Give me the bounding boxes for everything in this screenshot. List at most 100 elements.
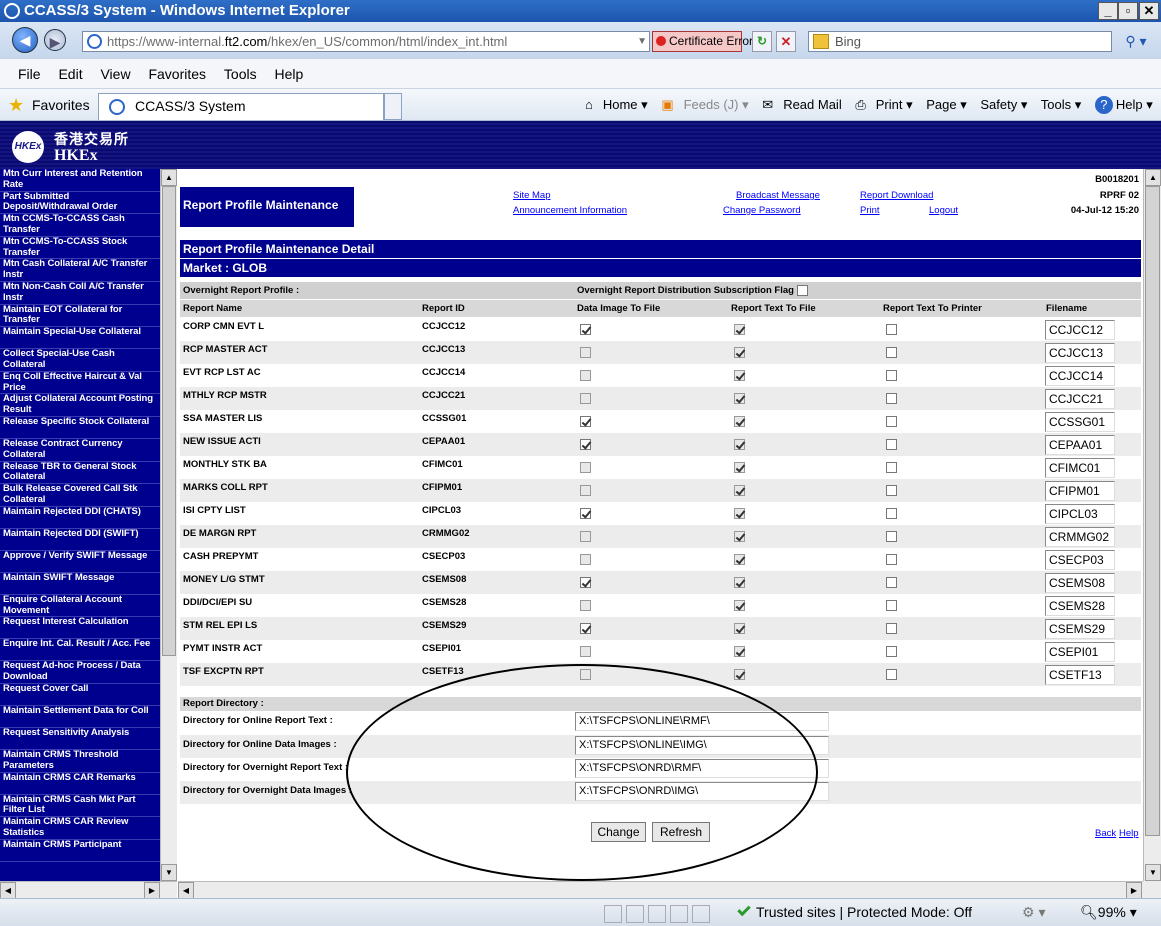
online-report-text-dir-input[interactable]: X:\TSFCPS\ONLINE\RMF\ <box>575 712 829 731</box>
report-text-printer-checkbox[interactable] <box>886 508 897 519</box>
sidebar-item[interactable]: Release Contract Currency Collateral <box>0 438 160 462</box>
sidebar-item[interactable]: Collect Special-Use Cash Collateral <box>0 348 160 372</box>
certificate-error-button[interactable]: Certificate Error <box>652 31 753 52</box>
sidebar-item[interactable]: Maintain CRMS Cash Mkt Part Filter List <box>0 794 160 818</box>
sidebar-item[interactable]: Part Submitted Deposit/Withdrawal Order <box>0 191 160 215</box>
filename-input[interactable]: CCJCC13 <box>1045 343 1115 363</box>
data-image-checkbox[interactable] <box>580 393 591 404</box>
data-image-checkbox[interactable] <box>580 485 591 496</box>
sidebar-item[interactable]: Enquire Int. Cal. Result / Acc. Fee <box>0 638 160 662</box>
filename-input[interactable]: CSEMS29 <box>1045 619 1115 639</box>
scroll-up-icon[interactable]: ▲ <box>1145 169 1161 186</box>
link-help[interactable]: Help <box>1119 828 1139 839</box>
menu-favorites[interactable]: Favorites <box>148 66 206 82</box>
sidebar-item[interactable]: Bulk Release Covered Call Stk Collateral <box>0 483 160 507</box>
back-nav-button[interactable]: ◀ <box>12 27 38 53</box>
filename-input[interactable]: CIPCL03 <box>1045 504 1115 524</box>
scroll-right-icon[interactable]: ▶ <box>1126 882 1142 899</box>
link-back[interactable]: Back <box>1095 828 1116 839</box>
sidebar-item[interactable]: Request Interest Calculation <box>0 616 160 640</box>
new-tab-button[interactable] <box>384 93 402 120</box>
data-image-checkbox[interactable] <box>580 347 591 358</box>
link-change-password[interactable]: Change Password <box>723 205 801 216</box>
scroll-left-icon[interactable]: ◀ <box>0 882 16 899</box>
sidebar-item[interactable]: Maintain Rejected DDI (SWIFT) <box>0 528 160 551</box>
close-button[interactable]: ✕ <box>1139 2 1159 20</box>
data-image-checkbox[interactable] <box>580 416 591 427</box>
sidebar-item[interactable]: Maintain Settlement Data for Coll <box>0 705 160 728</box>
report-text-file-checkbox[interactable] <box>734 393 745 404</box>
sidebar-item[interactable]: Adjust Collateral Account Posting Result <box>0 394 160 417</box>
report-text-printer-checkbox[interactable] <box>886 439 897 450</box>
data-image-checkbox[interactable] <box>580 577 591 588</box>
search-icon[interactable]: ⚲ ▾ <box>1118 31 1154 52</box>
filename-input[interactable]: CRMMG02 <box>1045 527 1115 547</box>
sidebar-item[interactable]: Maintain Rejected DDI (CHATS) <box>0 506 160 529</box>
menu-file[interactable]: File <box>18 66 41 82</box>
sidebar-item[interactable]: Request Sensitivity Analysis <box>0 727 160 750</box>
sidebar-scrollbar[interactable]: ▲ ▼ <box>160 169 177 881</box>
data-image-checkbox[interactable] <box>580 669 591 680</box>
page-menu-button[interactable]: Page ▾ <box>926 97 967 112</box>
refresh-icon[interactable]: ↻ <box>752 31 772 52</box>
scroll-down-icon[interactable]: ▼ <box>161 864 177 881</box>
menu-help[interactable]: Help <box>275 66 304 82</box>
data-image-checkbox[interactable] <box>580 439 591 450</box>
report-text-printer-checkbox[interactable] <box>886 669 897 680</box>
report-text-printer-checkbox[interactable] <box>886 370 897 381</box>
sidebar-item[interactable]: Enquire Collateral Account Movement <box>0 594 160 618</box>
report-text-file-checkbox[interactable] <box>734 669 745 680</box>
report-text-printer-checkbox[interactable] <box>886 600 897 611</box>
sidebar-item[interactable]: Release Specific Stock Collateral <box>0 416 160 439</box>
main-scrollbar[interactable]: ▲ ▼ <box>1143 169 1161 881</box>
filename-input[interactable]: CSEMS28 <box>1045 596 1115 616</box>
sidebar-item[interactable]: Maintain SWIFT Message <box>0 572 160 595</box>
report-text-file-checkbox[interactable] <box>734 324 745 335</box>
forward-nav-button[interactable]: ▶ <box>44 29 66 51</box>
scroll-up-icon[interactable]: ▲ <box>161 169 177 186</box>
report-text-file-checkbox[interactable] <box>734 531 745 542</box>
data-image-checkbox[interactable] <box>580 554 591 565</box>
report-text-printer-checkbox[interactable] <box>886 347 897 358</box>
filename-input[interactable]: CCJCC14 <box>1045 366 1115 386</box>
read-mail-button[interactable]: Read Mail <box>783 97 842 112</box>
report-text-file-checkbox[interactable] <box>734 646 745 657</box>
link-print[interactable]: Print <box>860 205 880 216</box>
sidebar-item[interactable]: Maintain CRMS CAR Review Statistics <box>0 816 160 840</box>
scroll-right-icon[interactable]: ▶ <box>144 882 160 899</box>
sidebar-item[interactable]: Maintain CRMS CAR Remarks <box>0 772 160 795</box>
sidebar-item[interactable]: Mtn Curr Interest and Retention Rate <box>0 169 160 192</box>
menu-edit[interactable]: Edit <box>58 66 82 82</box>
menu-tools[interactable]: Tools <box>224 66 257 82</box>
protected-mode-icon[interactable]: ⚙ ▾ <box>1022 899 1045 925</box>
maximize-button[interactable]: ▫ <box>1118 2 1138 20</box>
filename-input[interactable]: CFIPM01 <box>1045 481 1115 501</box>
home-button[interactable]: Home ▾ <box>603 97 648 112</box>
sidebar-item[interactable]: Mtn CCMS-To-CCASS Stock Transfer <box>0 236 160 260</box>
report-text-file-checkbox[interactable] <box>734 416 745 427</box>
sidebar-item[interactable]: Maintain Special-Use Collateral <box>0 326 160 350</box>
data-image-checkbox[interactable] <box>580 646 591 657</box>
data-image-checkbox[interactable] <box>580 462 591 473</box>
search-input[interactable]: Bing <box>808 31 1112 52</box>
report-text-printer-checkbox[interactable] <box>886 554 897 565</box>
report-text-printer-checkbox[interactable] <box>886 393 897 404</box>
data-image-checkbox[interactable] <box>580 623 591 634</box>
filename-input[interactable]: CCJCC21 <box>1045 389 1115 409</box>
report-text-file-checkbox[interactable] <box>734 370 745 381</box>
report-text-file-checkbox[interactable] <box>734 439 745 450</box>
tab-ccass[interactable]: CCASS/3 System <box>98 93 384 120</box>
link-announcement-information[interactable]: Announcement Information <box>513 205 627 216</box>
sidebar-item[interactable]: Request Ad-hoc Process / Data Download <box>0 661 160 684</box>
report-text-printer-checkbox[interactable] <box>886 623 897 634</box>
report-text-printer-checkbox[interactable] <box>886 646 897 657</box>
stop-icon[interactable]: ✕ <box>776 31 796 52</box>
report-text-file-checkbox[interactable] <box>734 508 745 519</box>
filename-input[interactable]: CFIMC01 <box>1045 458 1115 478</box>
link-logout[interactable]: Logout <box>929 205 958 216</box>
sidebar-item[interactable]: Approve / Verify SWIFT Message <box>0 550 160 573</box>
sidebar-item[interactable]: Enq Coll Effective Haircut & Val Price <box>0 371 160 395</box>
online-data-images-dir-input[interactable]: X:\TSFCPS\ONLINE\IMG\ <box>575 736 829 755</box>
sidebar-item[interactable]: Mtn Non-Cash Coll A/C Transfer Instr <box>0 281 160 305</box>
report-text-file-checkbox[interactable] <box>734 577 745 588</box>
